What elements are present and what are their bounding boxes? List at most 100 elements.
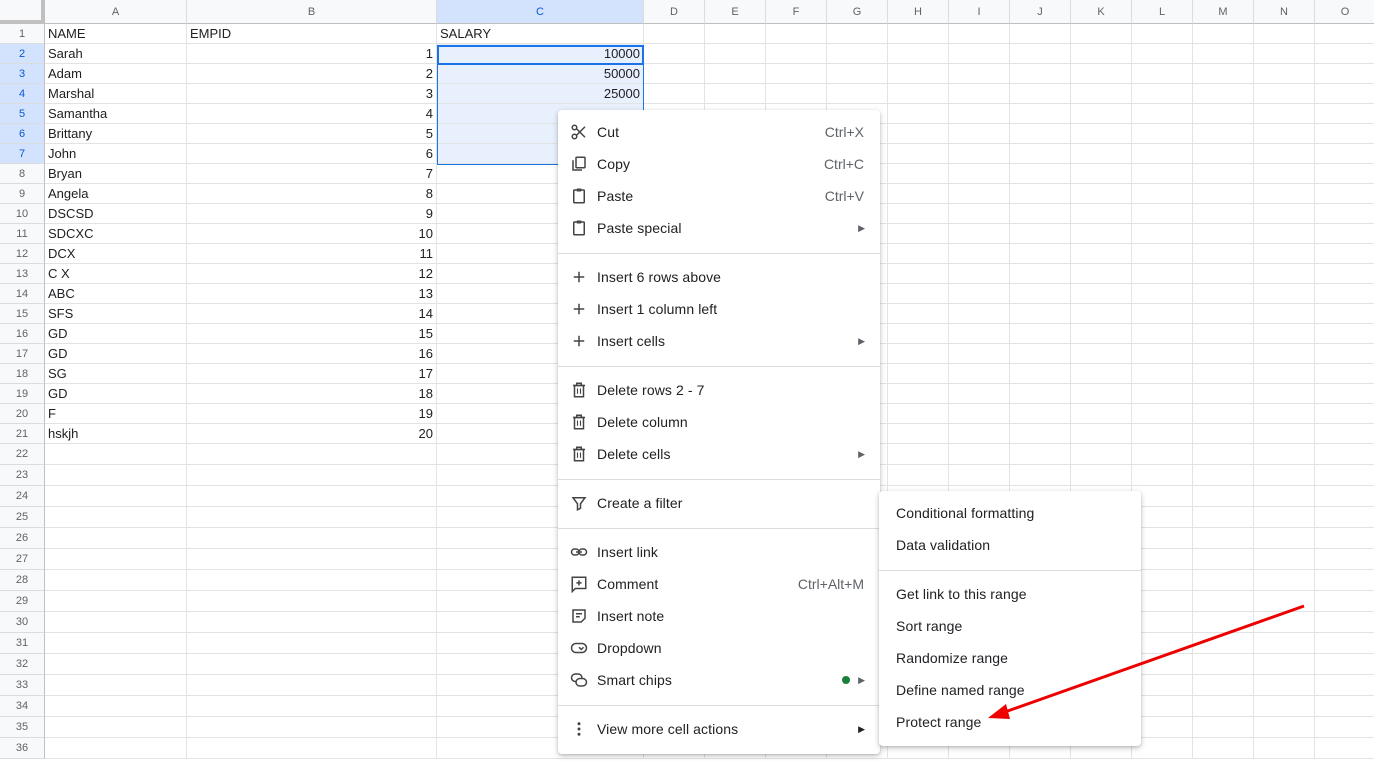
cell-l28[interactable] (1132, 570, 1193, 591)
cell-o23[interactable] (1315, 465, 1374, 486)
column-header-k[interactable]: K (1071, 0, 1132, 24)
cell-b18[interactable]: 17 (187, 364, 437, 384)
cell-h16[interactable] (888, 324, 949, 344)
cell-n28[interactable] (1254, 570, 1315, 591)
cell-e1[interactable] (705, 24, 766, 44)
cell-h10[interactable] (888, 204, 949, 224)
cell-l5[interactable] (1132, 104, 1193, 124)
cell-l25[interactable] (1132, 507, 1193, 528)
cell-g4[interactable] (827, 84, 888, 104)
cell-k13[interactable] (1071, 264, 1132, 284)
cell-b17[interactable]: 16 (187, 344, 437, 364)
cell-b11[interactable]: 10 (187, 224, 437, 244)
cell-h6[interactable] (888, 124, 949, 144)
row-header-28[interactable]: 28 (0, 570, 45, 591)
cell-h1[interactable] (888, 24, 949, 44)
cell-h18[interactable] (888, 364, 949, 384)
cell-m22[interactable] (1193, 444, 1254, 465)
cell-o33[interactable] (1315, 675, 1374, 696)
cell-b20[interactable]: 19 (187, 404, 437, 424)
cell-m14[interactable] (1193, 284, 1254, 304)
cell-d4[interactable] (644, 84, 705, 104)
cell-c3[interactable]: 50000 (437, 64, 644, 84)
cell-n29[interactable] (1254, 591, 1315, 612)
row-header-13[interactable]: 13 (0, 264, 45, 284)
cell-a13[interactable]: C X (45, 264, 187, 284)
cell-o34[interactable] (1315, 696, 1374, 717)
cell-c2[interactable]: 10000 (437, 44, 644, 64)
menu-item-cut[interactable]: Cut Ctrl+X (558, 116, 880, 148)
cell-n30[interactable] (1254, 612, 1315, 633)
menu-item-define-named-range[interactable]: Define named range (879, 674, 1141, 706)
cell-n17[interactable] (1254, 344, 1315, 364)
cell-m26[interactable] (1193, 528, 1254, 549)
cell-m20[interactable] (1193, 404, 1254, 424)
cell-l6[interactable] (1132, 124, 1193, 144)
cell-o20[interactable] (1315, 404, 1374, 424)
cell-k19[interactable] (1071, 384, 1132, 404)
cell-a26[interactable] (45, 528, 187, 549)
column-header-h[interactable]: H (888, 0, 949, 24)
menu-item-get-link[interactable]: Get link to this range (879, 578, 1141, 610)
cell-o10[interactable] (1315, 204, 1374, 224)
cell-i4[interactable] (949, 84, 1010, 104)
cell-a11[interactable]: SDCXC (45, 224, 187, 244)
column-header-o[interactable]: O (1315, 0, 1374, 24)
row-header-7[interactable]: 7 (0, 144, 45, 164)
cell-l32[interactable] (1132, 654, 1193, 675)
cell-o24[interactable] (1315, 486, 1374, 507)
cell-n11[interactable] (1254, 224, 1315, 244)
cell-l7[interactable] (1132, 144, 1193, 164)
cell-n9[interactable] (1254, 184, 1315, 204)
row-header-33[interactable]: 33 (0, 675, 45, 696)
menu-item-sort-range[interactable]: Sort range (879, 610, 1141, 642)
cell-k15[interactable] (1071, 304, 1132, 324)
cell-j1[interactable] (1010, 24, 1071, 44)
cell-o31[interactable] (1315, 633, 1374, 654)
cell-a25[interactable] (45, 507, 187, 528)
cell-k23[interactable] (1071, 465, 1132, 486)
cell-j7[interactable] (1010, 144, 1071, 164)
row-header-8[interactable]: 8 (0, 164, 45, 184)
cell-m5[interactable] (1193, 104, 1254, 124)
row-header-14[interactable]: 14 (0, 284, 45, 304)
row-header-34[interactable]: 34 (0, 696, 45, 717)
cell-l16[interactable] (1132, 324, 1193, 344)
cell-m8[interactable] (1193, 164, 1254, 184)
cell-a2[interactable]: Sarah (45, 44, 187, 64)
cell-m6[interactable] (1193, 124, 1254, 144)
cell-n13[interactable] (1254, 264, 1315, 284)
cell-a16[interactable]: GD (45, 324, 187, 344)
menu-item-randomize-range[interactable]: Randomize range (879, 642, 1141, 674)
menu-item-insert-note[interactable]: Insert note (558, 600, 880, 632)
cell-b8[interactable]: 7 (187, 164, 437, 184)
column-header-c[interactable]: C (437, 0, 644, 24)
cell-b33[interactable] (187, 675, 437, 696)
cell-a30[interactable] (45, 612, 187, 633)
cell-c4[interactable]: 25000 (437, 84, 644, 104)
cell-l11[interactable] (1132, 224, 1193, 244)
cell-j10[interactable] (1010, 204, 1071, 224)
cell-m9[interactable] (1193, 184, 1254, 204)
cell-i19[interactable] (949, 384, 1010, 404)
column-header-l[interactable]: L (1132, 0, 1193, 24)
cell-b15[interactable]: 14 (187, 304, 437, 324)
cell-h9[interactable] (888, 184, 949, 204)
cell-a36[interactable] (45, 738, 187, 759)
cell-b23[interactable] (187, 465, 437, 486)
cell-o3[interactable] (1315, 64, 1374, 84)
cell-j11[interactable] (1010, 224, 1071, 244)
cell-m10[interactable] (1193, 204, 1254, 224)
cell-o36[interactable] (1315, 738, 1374, 759)
cell-o2[interactable] (1315, 44, 1374, 64)
cell-k14[interactable] (1071, 284, 1132, 304)
cell-l4[interactable] (1132, 84, 1193, 104)
cell-j17[interactable] (1010, 344, 1071, 364)
cell-k22[interactable] (1071, 444, 1132, 465)
cell-e4[interactable] (705, 84, 766, 104)
cell-b14[interactable]: 13 (187, 284, 437, 304)
cell-n26[interactable] (1254, 528, 1315, 549)
row-header-24[interactable]: 24 (0, 486, 45, 507)
cell-n25[interactable] (1254, 507, 1315, 528)
cell-c1[interactable]: SALARY (437, 24, 644, 44)
